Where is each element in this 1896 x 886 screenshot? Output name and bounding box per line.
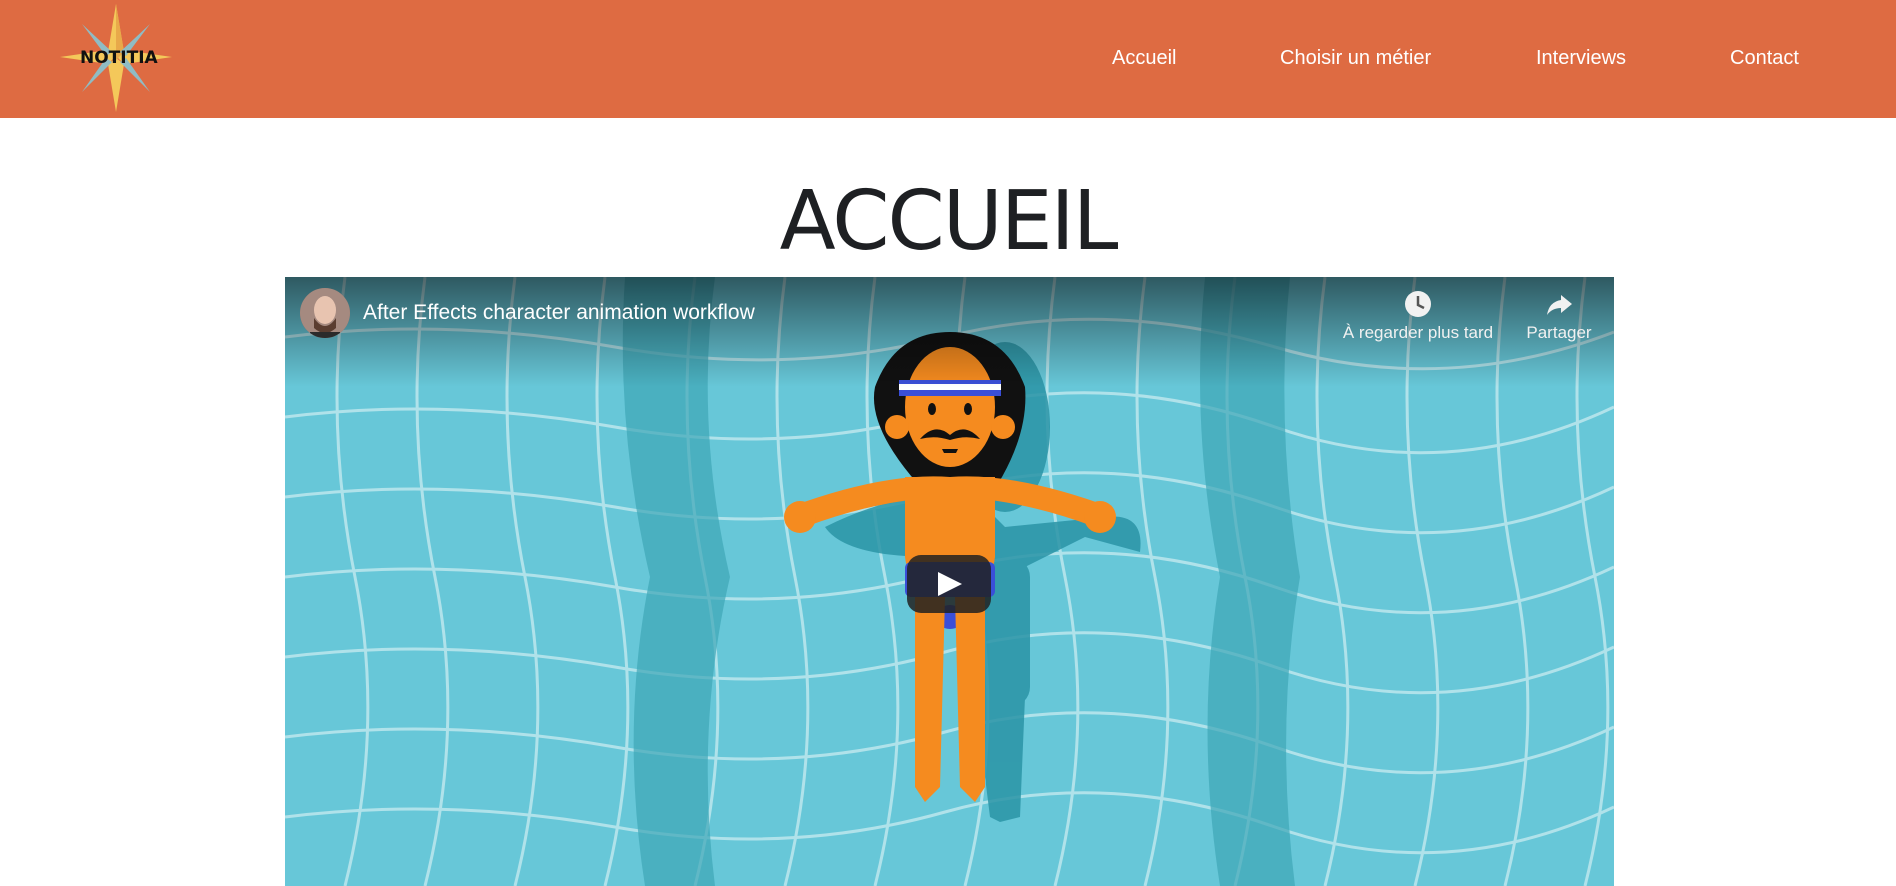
video-embed[interactable]: After Effects character animation workfl… — [285, 277, 1614, 886]
share-label: Partager — [1526, 323, 1592, 342]
video-title[interactable]: After Effects character animation workfl… — [363, 301, 755, 325]
clock-icon — [1405, 291, 1431, 317]
watch-later-label: À regarder plus tard — [1342, 323, 1494, 342]
site-header: NOTITIA Accueil Choisir un métier Interv… — [0, 0, 1896, 118]
play-icon — [938, 572, 962, 596]
nav-item-choisir-un-metier[interactable]: Choisir un métier — [1280, 47, 1431, 70]
nav-item-accueil[interactable]: Accueil — [1112, 47, 1176, 70]
play-button[interactable] — [907, 555, 991, 613]
share-button[interactable]: Partager — [1515, 289, 1603, 343]
nav-item-interviews[interactable]: Interviews — [1536, 47, 1626, 70]
avatar-face-icon — [300, 288, 350, 338]
share-arrow-icon — [1547, 295, 1572, 315]
nav-item-contact[interactable]: Contact — [1730, 47, 1799, 70]
page-title: ACCUEIL — [779, 174, 1119, 269]
watch-later-button[interactable]: À regarder plus tard — [1338, 289, 1498, 343]
channel-avatar[interactable] — [300, 288, 350, 338]
main-nav: Accueil Choisir un métier Interviews Con… — [0, 0, 1896, 118]
